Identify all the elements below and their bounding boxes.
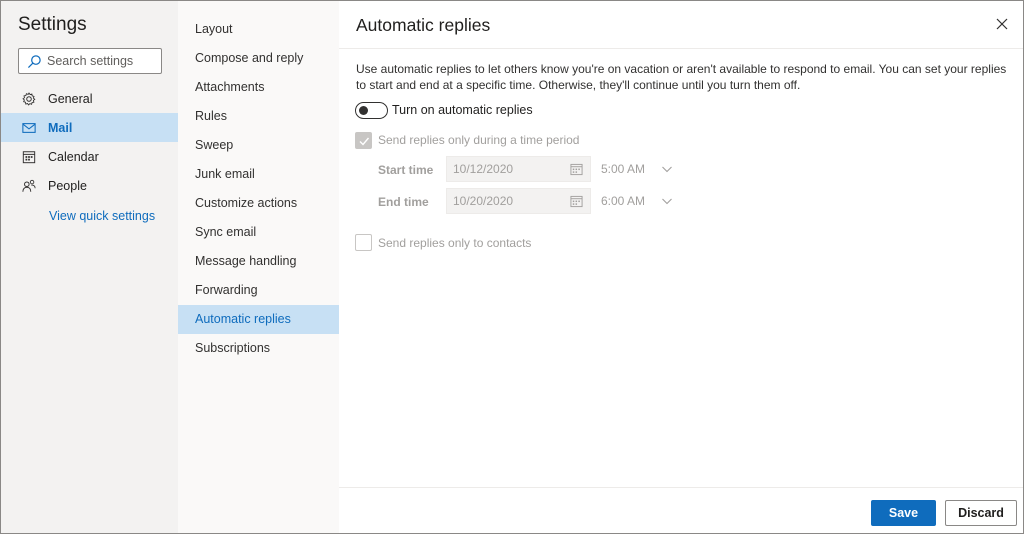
time-period-label: Send replies only during a time period	[378, 133, 580, 147]
mail-icon	[22, 121, 36, 135]
settings-title: Settings	[18, 14, 87, 35]
menu-item-message-handling[interactable]: Message handling	[178, 247, 339, 276]
nav-item-label: Mail	[48, 120, 73, 135]
description-text: Use automatic replies to let others know…	[356, 62, 1007, 92]
search-input[interactable]	[47, 52, 157, 70]
start-date-field[interactable]	[446, 156, 591, 182]
menu-item-attachments[interactable]: Attachments	[178, 73, 339, 102]
nav-item-label: People	[48, 178, 87, 193]
mail-settings-menu: Layout Compose and reply Attachments Rul…	[178, 1, 339, 533]
menu-item-automatic-replies[interactable]: Automatic replies	[178, 305, 339, 334]
search-icon	[27, 55, 41, 69]
time-period-checkbox[interactable]	[355, 132, 372, 149]
menu-item-layout[interactable]: Layout	[178, 15, 339, 44]
chevron-down-icon	[662, 198, 672, 205]
menu-item-junk-email[interactable]: Junk email	[178, 160, 339, 189]
view-quick-settings-link[interactable]: View quick settings	[49, 209, 155, 223]
start-time-dropdown[interactable]: 5:00 AM	[593, 156, 673, 182]
start-time-label: Start time	[378, 163, 434, 177]
calendar-icon	[22, 150, 36, 164]
chevron-down-icon	[662, 166, 672, 173]
start-time-value: 5:00 AM	[601, 162, 646, 176]
start-date-input[interactable]	[453, 161, 563, 177]
menu-item-customize-actions[interactable]: Customize actions	[178, 189, 339, 218]
nav-item-mail[interactable]: Mail	[1, 113, 178, 142]
header-divider	[339, 48, 1023, 49]
end-time-value: 6:00 AM	[601, 194, 646, 208]
menu-item-subscriptions[interactable]: Subscriptions	[178, 334, 339, 363]
close-icon[interactable]	[994, 16, 1010, 32]
end-date-input[interactable]	[453, 193, 563, 209]
nav-item-label: Calendar	[48, 149, 99, 164]
automatic-replies-toggle[interactable]	[355, 102, 388, 119]
nav-item-calendar[interactable]: Calendar	[1, 142, 178, 171]
nav-item-label: General	[48, 91, 93, 106]
menu-item-compose-and-reply[interactable]: Compose and reply	[178, 44, 339, 73]
contacts-only-label: Send replies only to contacts	[378, 236, 532, 250]
discard-button[interactable]: Discard	[945, 500, 1017, 526]
menu-item-rules[interactable]: Rules	[178, 102, 339, 131]
save-button[interactable]: Save	[871, 500, 936, 526]
search-box[interactable]	[18, 48, 162, 74]
toggle-label: Turn on automatic replies	[392, 103, 533, 117]
end-date-field[interactable]	[446, 188, 591, 214]
nav-item-people[interactable]: People	[1, 171, 178, 200]
calendar-picker-icon[interactable]	[570, 163, 583, 176]
end-time-dropdown[interactable]: 6:00 AM	[593, 188, 673, 214]
menu-item-forwarding[interactable]: Forwarding	[178, 276, 339, 305]
toggle-knob	[359, 106, 368, 115]
people-icon	[22, 179, 36, 193]
settings-nav: Settings General	[1, 1, 178, 533]
menu-item-sweep[interactable]: Sweep	[178, 131, 339, 160]
settings-window: Settings General	[0, 0, 1024, 534]
contacts-only-checkbox[interactable]	[355, 234, 372, 251]
footer-divider	[339, 487, 1023, 488]
end-time-label: End time	[378, 195, 429, 209]
calendar-picker-icon[interactable]	[570, 195, 583, 208]
checkmark-icon	[359, 137, 370, 146]
automatic-replies-pane: Automatic replies Use automatic replies …	[339, 1, 1023, 533]
gear-icon	[22, 91, 36, 106]
page-title: Automatic replies	[356, 15, 491, 35]
nav-item-general[interactable]: General	[1, 84, 178, 113]
menu-item-sync-email[interactable]: Sync email	[178, 218, 339, 247]
